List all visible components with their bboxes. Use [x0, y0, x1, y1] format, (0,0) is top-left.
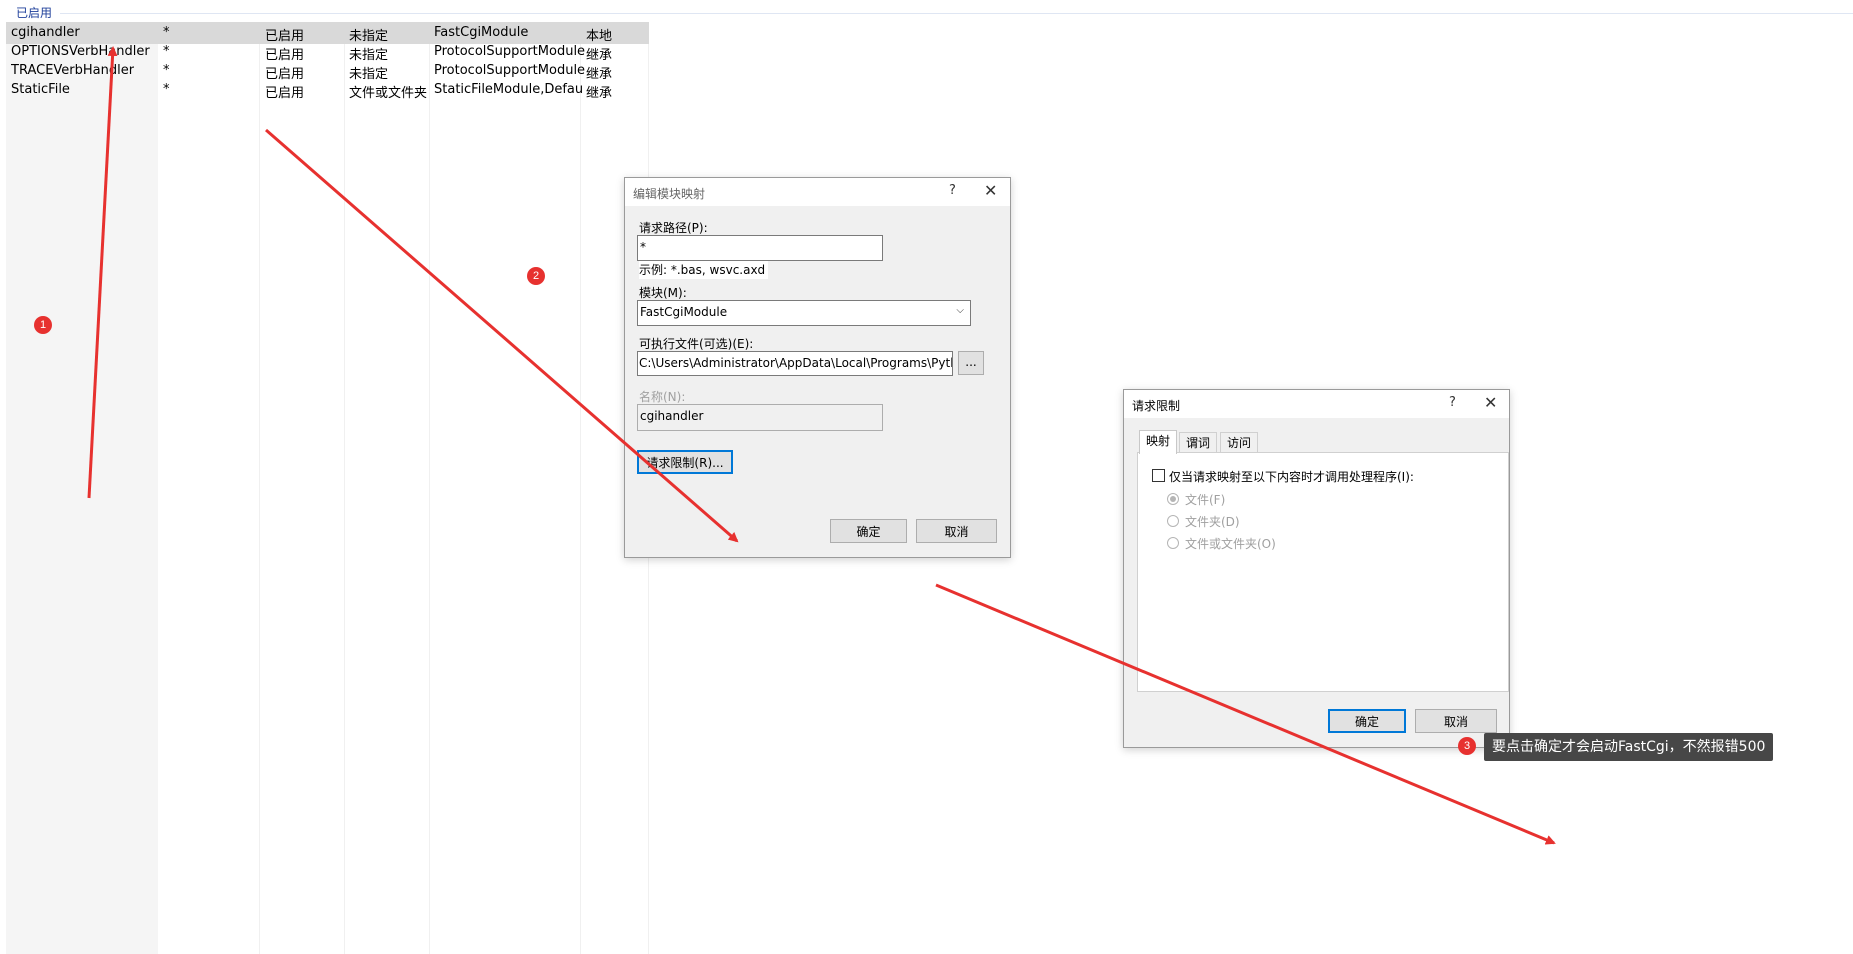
cell-entry-type: 继承 [586, 86, 613, 101]
executable-input[interactable]: C:\Users\Administrator\AppData\Local\Pro… [637, 351, 953, 376]
cell-name: cgihandler [11, 25, 80, 40]
executable-label: 可执行文件(可选)(E): [639, 337, 754, 351]
group-divider [60, 13, 1853, 14]
tab-access[interactable]: 访问 [1220, 432, 1259, 453]
dialog-titlebar: 请求限制 ? ✕ [1124, 390, 1509, 418]
cell-path: * [163, 82, 170, 97]
tab-panel-mapping: 仅当请求映射至以下内容时才调用处理程序(I): 文件(F) 文件夹(D) 文件或… [1137, 452, 1509, 692]
cancel-button[interactable]: 取消 [916, 519, 997, 543]
annotation-badge-3: 3 [1458, 737, 1476, 755]
module-select-value: FastCgiModule [640, 305, 728, 319]
ok-button[interactable]: 确定 [830, 519, 907, 543]
example-text: 示例: *.bas, wsvc.axd [639, 261, 769, 279]
radio-folder[interactable] [1167, 515, 1179, 527]
browse-button[interactable]: ... [958, 351, 984, 375]
column-separator [259, 22, 260, 954]
radio-file-or-folder-label: 文件或文件夹(O) [1185, 537, 1276, 551]
dialog-title: 编辑模块映射 [633, 187, 706, 201]
close-icon[interactable]: ✕ [984, 181, 997, 200]
edit-module-mapping-dialog: 编辑模块映射 ? ✕ 请求路径(P): * 示例: *.bas, wsvc.ax… [624, 177, 1011, 558]
group-header-enabled: 已启用 [16, 4, 57, 21]
radio-folder-label: 文件夹(D) [1185, 515, 1240, 529]
cell-handler: FastCgiModule [434, 25, 529, 40]
radio-file-or-folder[interactable] [1167, 537, 1179, 549]
cell-path: * [163, 44, 170, 59]
cell-name: OPTIONSVerbHandler [11, 44, 150, 59]
tab-mapping[interactable]: 映射 [1139, 430, 1178, 454]
module-select[interactable]: FastCgiModule ⌵ [637, 300, 971, 326]
name-column-bg [6, 22, 158, 954]
table-row[interactable]: StaticFile * 已启用 文件或文件夹 StaticFileModule… [6, 79, 649, 101]
radio-file-label: 文件(F) [1185, 493, 1226, 507]
cell-state: 已启用 [265, 86, 305, 101]
column-separator [580, 22, 581, 954]
cell-path: * [163, 63, 170, 78]
help-icon[interactable]: ? [1449, 395, 1456, 410]
tab-verbs[interactable]: 谓词 [1179, 432, 1218, 453]
cell-handler: StaticFileModule,DefaultDo... [434, 82, 584, 97]
request-path-input[interactable]: * [637, 235, 883, 261]
dialog-title: 请求限制 [1132, 399, 1181, 413]
annotation-badge-1: 1 [34, 316, 52, 334]
request-path-label: 请求路径(P): [639, 221, 708, 235]
module-label: 模块(M): [639, 286, 687, 300]
request-restrictions-dialog: 请求限制 ? ✕ 映射 谓词 访问 仅当请求映射至以下内容时才调用处理程序(I)… [1123, 389, 1510, 748]
column-separator [429, 22, 430, 954]
cell-path: * [163, 25, 170, 40]
invoke-only-label: 仅当请求映射至以下内容时才调用处理程序(I): [1169, 470, 1414, 484]
column-separator [344, 22, 345, 954]
ok-button[interactable]: 确定 [1328, 709, 1406, 733]
invoke-only-checkbox[interactable] [1152, 469, 1165, 482]
dialog-titlebar: 编辑模块映射 ? ✕ [625, 178, 1010, 206]
annotation-note: 要点击确定才会启动FastCgi，不然报错500 [1484, 733, 1774, 761]
cell-handler: ProtocolSupportModule [434, 44, 586, 59]
request-restrictions-button[interactable]: 请求限制(R)... [637, 450, 733, 474]
name-label: 名称(N): [639, 390, 686, 404]
chevron-down-icon: ⌵ [956, 305, 964, 316]
help-icon[interactable]: ? [949, 183, 956, 198]
cell-name: TRACEVerbHandler [11, 63, 135, 78]
cell-name: StaticFile [11, 82, 70, 97]
radio-file[interactable] [1167, 493, 1179, 505]
annotation-badge-2: 2 [527, 267, 545, 285]
cell-handler: ProtocolSupportModule [434, 63, 586, 78]
cancel-button[interactable]: 取消 [1415, 709, 1497, 733]
close-icon[interactable]: ✕ [1484, 393, 1497, 412]
name-input[interactable]: cgihandler [637, 404, 883, 431]
cell-path-type: 文件或文件夹 [349, 86, 428, 101]
